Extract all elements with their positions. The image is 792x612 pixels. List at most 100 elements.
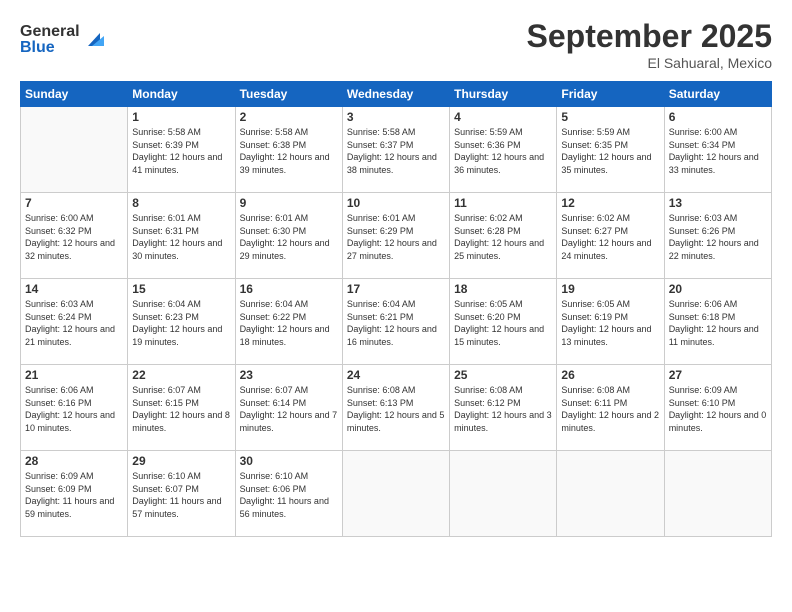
- day-info: Sunrise: 6:04 AMSunset: 6:22 PMDaylight:…: [240, 298, 338, 348]
- calendar-day-cell: 20Sunrise: 6:06 AMSunset: 6:18 PMDayligh…: [664, 279, 771, 365]
- calendar-day-cell: 1 Sunrise: 5:58 AMSunset: 6:39 PMDaylight…: [128, 107, 235, 193]
- day-info: Sunrise: 6:04 AMSunset: 6:21 PMDaylight:…: [347, 298, 445, 348]
- day-info: Sunrise: 6:02 AMSunset: 6:27 PMDaylight:…: [561, 212, 659, 262]
- calendar-day-cell: 18Sunrise: 6:05 AMSunset: 6:20 PMDayligh…: [450, 279, 557, 365]
- day-number: 10: [347, 196, 445, 210]
- day-number: 22: [132, 368, 230, 382]
- day-info: Sunrise: 6:08 AMSunset: 6:13 PMDaylight:…: [347, 384, 445, 434]
- day-number: 19: [561, 282, 659, 296]
- day-info: Sunrise: 6:08 AMSunset: 6:12 PMDaylight:…: [454, 384, 552, 434]
- day-info: Sunrise: 6:01 AMSunset: 6:31 PMDaylight:…: [132, 212, 230, 262]
- day-info: Sunrise: 5:58 AMSunset: 6:38 PMDaylight:…: [240, 126, 338, 176]
- calendar-week-row: 1 Sunrise: 5:58 AMSunset: 6:39 PMDaylight…: [21, 107, 772, 193]
- calendar-day-cell: 25 Sunrise: 6:08 AMSunset: 6:12 PMDayligh…: [450, 365, 557, 451]
- day-number: 17: [347, 282, 445, 296]
- day-info: Sunrise: 6:03 AMSunset: 6:26 PMDaylight:…: [669, 212, 767, 262]
- day-number: 29: [132, 454, 230, 468]
- calendar-header-row: SundayMondayTuesdayWednesdayThursdayFrid…: [21, 82, 772, 107]
- calendar-day-cell: 9 Sunrise: 6:01 AMSunset: 6:30 PMDaylight…: [235, 193, 342, 279]
- day-number: 8: [132, 196, 230, 210]
- calendar-day-cell: [342, 451, 449, 537]
- calendar-day-cell: 24 Sunrise: 6:08 AMSunset: 6:13 PMDayligh…: [342, 365, 449, 451]
- calendar-header-sunday: Sunday: [21, 82, 128, 107]
- day-number: 20: [669, 282, 767, 296]
- calendar-day-cell: 12 Sunrise: 6:02 AMSunset: 6:27 PMDayligh…: [557, 193, 664, 279]
- day-info: Sunrise: 6:06 AMSunset: 6:16 PMDaylight:…: [25, 384, 123, 434]
- day-info: Sunrise: 6:10 AMSunset: 6:06 PMDaylight:…: [240, 470, 338, 520]
- day-number: 2: [240, 110, 338, 124]
- day-number: 9: [240, 196, 338, 210]
- day-info: Sunrise: 6:00 AMSunset: 6:34 PMDaylight:…: [669, 126, 767, 176]
- calendar-day-cell: 19 Sunrise: 6:05 AMSunset: 6:19 PMDayligh…: [557, 279, 664, 365]
- page: General Blue September 2025 El Sahuaral,…: [0, 0, 792, 612]
- calendar-header-saturday: Saturday: [664, 82, 771, 107]
- calendar-day-cell: 29 Sunrise: 6:10 AMSunset: 6:07 PMDayligh…: [128, 451, 235, 537]
- day-info: Sunrise: 5:58 AMSunset: 6:37 PMDaylight:…: [347, 126, 445, 176]
- calendar-day-cell: 4 Sunrise: 5:59 AMSunset: 6:36 PMDaylight…: [450, 107, 557, 193]
- calendar-day-cell: 3 Sunrise: 5:58 AMSunset: 6:37 PMDaylight…: [342, 107, 449, 193]
- day-number: 6: [669, 110, 767, 124]
- svg-text:General: General: [20, 23, 80, 40]
- day-info: Sunrise: 6:04 AMSunset: 6:23 PMDaylight:…: [132, 298, 230, 348]
- calendar-day-cell: 7 Sunrise: 6:00 AMSunset: 6:32 PMDaylight…: [21, 193, 128, 279]
- day-info: Sunrise: 5:58 AMSunset: 6:39 PMDaylight:…: [132, 126, 230, 176]
- calendar-day-cell: [450, 451, 557, 537]
- day-info: Sunrise: 5:59 AMSunset: 6:35 PMDaylight:…: [561, 126, 659, 176]
- calendar-day-cell: 13Sunrise: 6:03 AMSunset: 6:26 PMDayligh…: [664, 193, 771, 279]
- calendar-day-cell: 30 Sunrise: 6:10 AMSunset: 6:06 PMDayligh…: [235, 451, 342, 537]
- logo-text: General Blue: [20, 18, 110, 63]
- day-number: 21: [25, 368, 123, 382]
- header: General Blue September 2025 El Sahuaral,…: [20, 18, 772, 71]
- day-number: 11: [454, 196, 552, 210]
- calendar-day-cell: 5 Sunrise: 5:59 AMSunset: 6:35 PMDaylight…: [557, 107, 664, 193]
- calendar-week-row: 21 Sunrise: 6:06 AMSunset: 6:16 PMDayligh…: [21, 365, 772, 451]
- day-info: Sunrise: 6:05 AMSunset: 6:20 PMDaylight:…: [454, 298, 552, 348]
- calendar-day-cell: [21, 107, 128, 193]
- calendar-day-cell: 8 Sunrise: 6:01 AMSunset: 6:31 PMDaylight…: [128, 193, 235, 279]
- calendar-day-cell: 11Sunrise: 6:02 AMSunset: 6:28 PMDayligh…: [450, 193, 557, 279]
- calendar-header-thursday: Thursday: [450, 82, 557, 107]
- logo: General Blue: [20, 18, 110, 63]
- day-number: 27: [669, 368, 767, 382]
- day-number: 14: [25, 282, 123, 296]
- calendar-week-row: 7 Sunrise: 6:00 AMSunset: 6:32 PMDaylight…: [21, 193, 772, 279]
- calendar-day-cell: 21 Sunrise: 6:06 AMSunset: 6:16 PMDayligh…: [21, 365, 128, 451]
- calendar-day-cell: [557, 451, 664, 537]
- day-info: Sunrise: 6:07 AMSunset: 6:14 PMDaylight:…: [240, 384, 338, 434]
- calendar-week-row: 14Sunrise: 6:03 AMSunset: 6:24 PMDayligh…: [21, 279, 772, 365]
- day-number: 25: [454, 368, 552, 382]
- calendar-day-cell: 27 Sunrise: 6:09 AMSunset: 6:10 PMDayligh…: [664, 365, 771, 451]
- day-number: 26: [561, 368, 659, 382]
- day-info: Sunrise: 5:59 AMSunset: 6:36 PMDaylight:…: [454, 126, 552, 176]
- calendar-day-cell: [664, 451, 771, 537]
- calendar-day-cell: 10Sunrise: 6:01 AMSunset: 6:29 PMDayligh…: [342, 193, 449, 279]
- calendar-day-cell: 28Sunrise: 6:09 AMSunset: 6:09 PMDayligh…: [21, 451, 128, 537]
- day-number: 1: [132, 110, 230, 124]
- day-info: Sunrise: 6:08 AMSunset: 6:11 PMDaylight:…: [561, 384, 659, 434]
- calendar-header-tuesday: Tuesday: [235, 82, 342, 107]
- day-number: 30: [240, 454, 338, 468]
- day-number: 15: [132, 282, 230, 296]
- day-number: 28: [25, 454, 123, 468]
- day-info: Sunrise: 6:10 AMSunset: 6:07 PMDaylight:…: [132, 470, 230, 520]
- calendar-day-cell: 26 Sunrise: 6:08 AMSunset: 6:11 PMDayligh…: [557, 365, 664, 451]
- day-info: Sunrise: 6:00 AMSunset: 6:32 PMDaylight:…: [25, 212, 123, 262]
- day-info: Sunrise: 6:07 AMSunset: 6:15 PMDaylight:…: [132, 384, 230, 434]
- svg-text:Blue: Blue: [20, 39, 55, 56]
- calendar-day-cell: 2 Sunrise: 5:58 AMSunset: 6:38 PMDaylight…: [235, 107, 342, 193]
- month-title: September 2025: [527, 18, 772, 55]
- day-number: 3: [347, 110, 445, 124]
- location: El Sahuaral, Mexico: [527, 55, 772, 71]
- day-number: 24: [347, 368, 445, 382]
- calendar-week-row: 28Sunrise: 6:09 AMSunset: 6:09 PMDayligh…: [21, 451, 772, 537]
- day-number: 7: [25, 196, 123, 210]
- day-number: 16: [240, 282, 338, 296]
- calendar-day-cell: 6 Sunrise: 6:00 AMSunset: 6:34 PMDaylight…: [664, 107, 771, 193]
- day-info: Sunrise: 6:09 AMSunset: 6:10 PMDaylight:…: [669, 384, 767, 434]
- calendar-day-cell: 14Sunrise: 6:03 AMSunset: 6:24 PMDayligh…: [21, 279, 128, 365]
- day-number: 5: [561, 110, 659, 124]
- day-number: 4: [454, 110, 552, 124]
- day-info: Sunrise: 6:05 AMSunset: 6:19 PMDaylight:…: [561, 298, 659, 348]
- day-info: Sunrise: 6:01 AMSunset: 6:30 PMDaylight:…: [240, 212, 338, 262]
- day-number: 12: [561, 196, 659, 210]
